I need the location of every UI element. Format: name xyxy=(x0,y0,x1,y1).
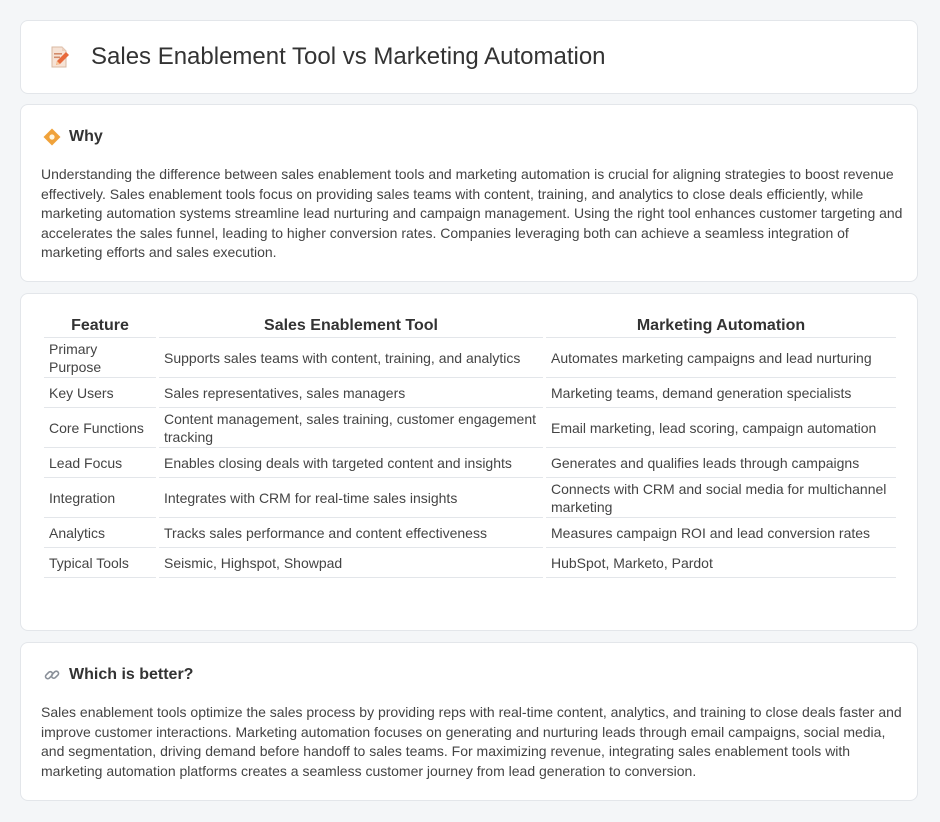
table-row: Primary Purpose Supports sales teams wit… xyxy=(44,338,896,378)
sales-enablement-cell: Supports sales teams with content, train… xyxy=(159,338,543,378)
table-row: Lead Focus Enables closing deals with ta… xyxy=(44,448,896,478)
feature-cell: Integration xyxy=(44,478,156,518)
sales-enablement-cell: Enables closing deals with targeted cont… xyxy=(159,448,543,478)
sales-enablement-cell: Sales representatives, sales managers xyxy=(159,378,543,408)
sales-enablement-cell: Integrates with CRM for real-time sales … xyxy=(159,478,543,518)
feature-cell: Core Functions xyxy=(44,408,156,448)
which-is-better-heading: Which is better? xyxy=(43,666,193,684)
table-row: Integration Integrates with CRM for real… xyxy=(44,478,896,518)
document-pencil-icon xyxy=(51,46,69,68)
table-header-row: Feature Sales Enablement Tool Marketing … xyxy=(44,314,896,338)
which-is-better-section: Which is better? Sales enablement tools … xyxy=(20,642,918,801)
sales-enablement-cell: Content management, sales training, cust… xyxy=(159,408,543,448)
marketing-automation-cell: Email marketing, lead scoring, campaign … xyxy=(546,408,896,448)
feature-cell: Lead Focus xyxy=(44,448,156,478)
feature-cell: Key Users xyxy=(44,378,156,408)
header-sales-enablement: Sales Enablement Tool xyxy=(159,314,543,338)
header-feature: Feature xyxy=(44,314,156,338)
marketing-automation-cell: Generates and qualifies leads through ca… xyxy=(546,448,896,478)
table-row: Key Users Sales representatives, sales m… xyxy=(44,378,896,408)
why-heading: Why xyxy=(43,128,103,146)
marketing-automation-cell: Marketing teams, demand generation speci… xyxy=(546,378,896,408)
sales-enablement-cell: Seismic, Highspot, Showpad xyxy=(159,548,543,578)
marketing-automation-cell: Automates marketing campaigns and lead n… xyxy=(546,338,896,378)
why-text: Understanding the difference between sal… xyxy=(41,166,903,260)
sales-enablement-cell: Tracks sales performance and content eff… xyxy=(159,518,543,548)
which-is-better-text: Sales enablement tools optimize the sale… xyxy=(41,704,902,779)
comparison-table: Feature Sales Enablement Tool Marketing … xyxy=(41,314,899,578)
page-title: Sales Enablement Tool vs Marketing Autom… xyxy=(91,43,606,70)
header-marketing-automation: Marketing Automation xyxy=(546,314,896,338)
feature-cell: Primary Purpose xyxy=(44,338,156,378)
marketing-automation-cell: HubSpot, Marketo, Pardot xyxy=(546,548,896,578)
feature-cell: Typical Tools xyxy=(44,548,156,578)
comparison-table-card: Feature Sales Enablement Tool Marketing … xyxy=(20,293,918,631)
table-row: Typical Tools Seismic, Highspot, Showpad… xyxy=(44,548,896,578)
title-card: Sales Enablement Tool vs Marketing Autom… xyxy=(20,20,918,94)
table-row: Core Functions Content management, sales… xyxy=(44,408,896,448)
table-row: Analytics Tracks sales performance and c… xyxy=(44,518,896,548)
which-is-better-title: Which is better? xyxy=(69,666,194,683)
why-title: Why xyxy=(69,128,103,145)
marketing-automation-cell: Measures campaign ROI and lead conversio… xyxy=(546,518,896,548)
why-section: Why Understanding the difference between… xyxy=(20,104,918,282)
diamond-icon xyxy=(43,128,61,146)
marketing-automation-cell: Connects with CRM and social media for m… xyxy=(546,478,896,518)
feature-cell: Analytics xyxy=(44,518,156,548)
link-icon xyxy=(44,670,60,680)
